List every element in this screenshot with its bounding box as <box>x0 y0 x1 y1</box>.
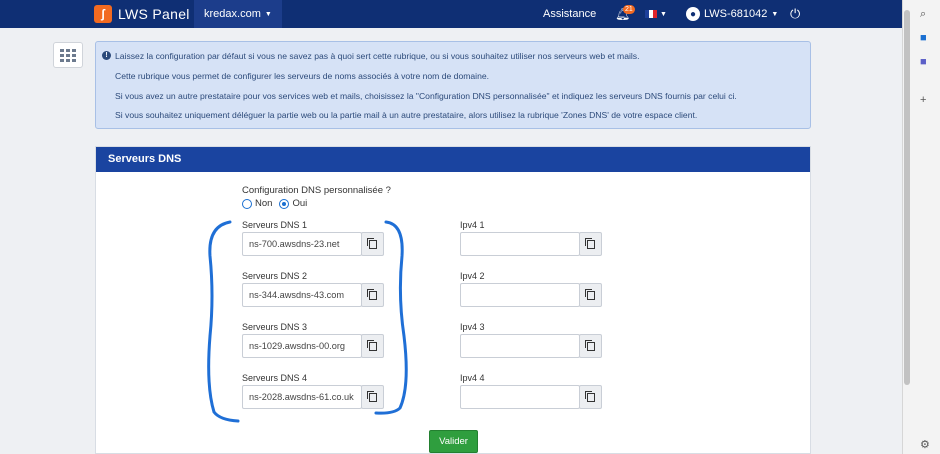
ipv4-3-label: Ipv4 3 <box>460 322 485 332</box>
alert-line: Si vous avez un autre prestataire pour v… <box>115 91 737 101</box>
flag-fr-icon <box>645 10 657 18</box>
info-alert: ! Laissez la configuration par défaut si… <box>95 41 811 129</box>
domain-name: kredax.com <box>204 8 261 20</box>
radio-oui-label: Oui <box>292 198 308 209</box>
search-icon[interactable]: ⌕ <box>920 8 926 21</box>
top-navbar: ʃ LWS Panel kredax.com ▼ Assistance 🔔︎ 2… <box>0 0 902 28</box>
user-avatar-icon: ● <box>686 7 700 21</box>
ipv4-2-input[interactable] <box>460 283 580 307</box>
copy-icon <box>584 339 595 351</box>
alert-line: Laissez la configuration par défaut si v… <box>115 51 640 61</box>
bracket-annotation <box>207 220 408 423</box>
copy-icon <box>584 237 595 249</box>
account-id: LWS-681042 <box>704 8 768 20</box>
language-selector[interactable]: ▼ <box>645 0 667 28</box>
domain-selector[interactable]: kredax.com ▼ <box>194 0 282 28</box>
ipv4-1-input[interactable] <box>460 232 580 256</box>
copy-ipv4-2-button[interactable] <box>579 283 602 307</box>
radio-oui[interactable] <box>279 198 290 209</box>
alert-line: Cette rubrique vous permet de configurer… <box>115 71 490 81</box>
copy-ipv4-4-button[interactable] <box>579 385 602 409</box>
ipv4-4-label: Ipv4 4 <box>460 373 485 383</box>
chevron-down-icon: ▼ <box>771 10 779 18</box>
copy-ipv4-1-button[interactable] <box>579 232 602 256</box>
radio-non[interactable] <box>242 198 252 209</box>
ipv4-3-input[interactable] <box>460 334 580 358</box>
power-icon: ⏻ <box>790 6 801 21</box>
submit-button[interactable]: Valider <box>429 430 478 453</box>
chevron-down-icon: ▼ <box>264 10 272 18</box>
add-icon[interactable]: + <box>920 94 926 106</box>
ipv4-4-input[interactable] <box>460 385 580 409</box>
grid-icon <box>60 48 76 62</box>
ipv4-1-label: Ipv4 1 <box>460 220 485 230</box>
notification-count-badge: 21 <box>623 5 635 14</box>
teams-icon[interactable]: ■ <box>920 56 927 68</box>
alert-line: Si vous souhaitez uniquement déléguer la… <box>115 110 698 120</box>
logout-button[interactable]: ⏻ <box>790 0 800 28</box>
copy-icon <box>584 288 595 300</box>
radio-non-label: Non <box>255 198 273 209</box>
brand-name: LWS Panel <box>118 6 190 22</box>
notifications-button[interactable]: 🔔︎ 21 <box>615 0 635 28</box>
scrollbar[interactable] <box>904 10 910 385</box>
brand[interactable]: ʃ LWS Panel <box>94 5 190 23</box>
info-icon: ! <box>102 51 111 60</box>
card-title: Serveurs DNS <box>96 147 810 172</box>
chevron-down-icon: ▼ <box>660 10 667 18</box>
lws-logo-icon: ʃ <box>94 5 112 23</box>
copy-icon <box>584 390 595 402</box>
outlook-icon[interactable]: ■ <box>920 32 927 44</box>
assistance-link[interactable]: Assistance <box>543 0 596 28</box>
gear-icon[interactable]: ⚙ <box>920 438 930 451</box>
grid-menu-button[interactable] <box>53 42 83 68</box>
copy-ipv4-3-button[interactable] <box>579 334 602 358</box>
custom-dns-question: Configuration DNS personnalisée ? <box>242 185 391 196</box>
ipv4-2-label: Ipv4 2 <box>460 271 485 281</box>
account-menu[interactable]: ● LWS-681042 ▼ <box>686 0 778 28</box>
custom-dns-radio-group: Non Oui <box>242 198 307 209</box>
